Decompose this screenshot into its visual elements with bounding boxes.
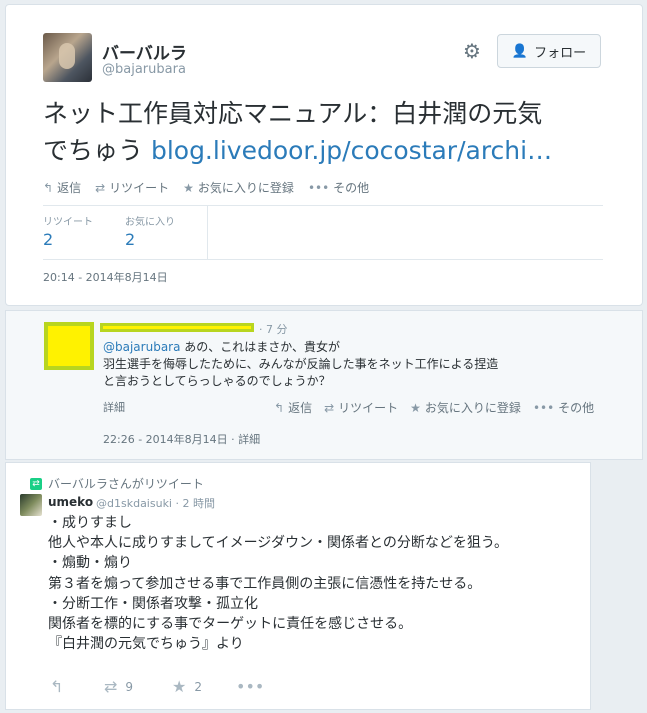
reply-text: @bajarubara あの、これはまさか、貴女が 羽生選手を侮辱したために、み… bbox=[103, 340, 499, 388]
retweet-icon: ⇄ bbox=[324, 400, 335, 415]
star-icon: ★ bbox=[172, 677, 187, 696]
retweet-action[interactable]: ⇄ リツイート bbox=[324, 399, 398, 416]
retweet-stat[interactable]: リツイート 2 bbox=[43, 213, 93, 249]
retweet-icon: ⇄ bbox=[104, 677, 118, 696]
reply-detail-link[interactable]: 詳細 bbox=[103, 399, 125, 415]
tweet-text: ・成りすまし 他人や本人に成りすましてイメージダウン・関係者との分断などを狙う。… bbox=[48, 515, 509, 653]
retweet-icon: ⇄ bbox=[30, 477, 42, 490]
reply-action[interactable]: ↰ bbox=[50, 677, 104, 696]
follow-button[interactable]: 👤 フォロー bbox=[497, 34, 601, 68]
tweet-text-line1: ネット工作員対応マニュアル：白井潤の元気 bbox=[43, 99, 543, 128]
tweet-text: ネット工作員対応マニュアル：白井潤の元気 でちゅう blog.livedoor.… bbox=[43, 95, 633, 169]
more-icon: ••• bbox=[307, 180, 330, 195]
reply-icon: ↰ bbox=[274, 400, 285, 415]
divider bbox=[43, 205, 603, 206]
retweet-action[interactable]: ⇄ リツイート bbox=[95, 179, 169, 196]
add-person-icon: 👤 bbox=[511, 43, 529, 59]
reply-tweet: · 7 分 @bajarubara あの、これはまさか、貴女が 羽生選手を侮辱し… bbox=[5, 310, 643, 460]
display-name[interactable]: バーバルラ bbox=[102, 39, 187, 64]
more-icon: ••• bbox=[236, 677, 265, 696]
tweet-actions: ↰ ⇄ 9 ★ 2 ••• bbox=[50, 677, 264, 696]
reply-icon: ↰ bbox=[43, 180, 54, 195]
tweet-text-line2: でちゅう bbox=[43, 136, 151, 165]
tweet-timestamp[interactable]: 20:14 - 2014年8月14日 bbox=[43, 269, 168, 285]
mention-link[interactable]: @bajarubara bbox=[103, 340, 180, 354]
more-action[interactable]: ••• その他 bbox=[308, 179, 369, 196]
user-handle[interactable]: @bajarubara bbox=[102, 62, 186, 77]
gear-icon[interactable]: ⚙ bbox=[463, 39, 481, 63]
divider bbox=[207, 206, 208, 259]
display-name[interactable]: umeko bbox=[48, 495, 93, 509]
retweeted-tweet-card: ⇄ バーバルラさんがリツイート umeko @d1skdaisuki · 2 時… bbox=[5, 462, 591, 710]
retweet-icon: ⇄ bbox=[95, 180, 106, 195]
reply-action[interactable]: ↰ 返信 bbox=[43, 179, 81, 196]
reply-actions: ↰ 返信 ⇄ リツイート ★ お気に入りに登録 ••• その他 bbox=[274, 399, 594, 416]
user-handle[interactable]: @d1skdaisuki · 2 時間 bbox=[96, 495, 215, 511]
more-icon: ••• bbox=[532, 400, 555, 415]
star-icon: ★ bbox=[410, 400, 421, 415]
favorite-stat[interactable]: お気に入り 2 bbox=[125, 213, 175, 249]
reply-action[interactable]: ↰ 返信 bbox=[274, 399, 312, 416]
reply-time[interactable]: · 7 分 bbox=[259, 321, 288, 337]
more-action[interactable]: ••• その他 bbox=[533, 399, 594, 416]
tweet-actions: ↰ 返信 ⇄ リツイート ★ お気に入りに登録 ••• その他 bbox=[43, 179, 369, 196]
favorite-action[interactable]: ★ お気に入りに登録 bbox=[183, 179, 294, 196]
star-icon: ★ bbox=[183, 180, 194, 195]
retweet-context: ⇄ バーバルラさんがリツイート bbox=[30, 475, 204, 492]
more-action[interactable]: ••• bbox=[236, 677, 264, 696]
reply-avatar[interactable] bbox=[44, 322, 94, 370]
reply-timestamp[interactable]: 22:26 - 2014年8月14日 · 詳細 bbox=[103, 431, 260, 447]
main-tweet-card: バーバルラ @bajarubara ⚙ 👤 フォロー ネット工作員対応マニュアル… bbox=[5, 4, 643, 306]
reply-icon: ↰ bbox=[50, 677, 64, 696]
tweet-link[interactable]: blog.livedoor.jp/cocostar/archi… bbox=[151, 136, 552, 165]
user-avatar[interactable] bbox=[20, 494, 42, 516]
reply-name-redacted bbox=[100, 323, 254, 332]
follow-label: フォロー bbox=[534, 45, 587, 61]
favorite-action[interactable]: ★ お気に入りに登録 bbox=[410, 399, 521, 416]
divider bbox=[43, 259, 603, 260]
user-avatar[interactable] bbox=[43, 33, 92, 82]
favorite-action[interactable]: ★ 2 bbox=[172, 677, 236, 696]
retweet-action[interactable]: ⇄ 9 bbox=[104, 677, 172, 696]
